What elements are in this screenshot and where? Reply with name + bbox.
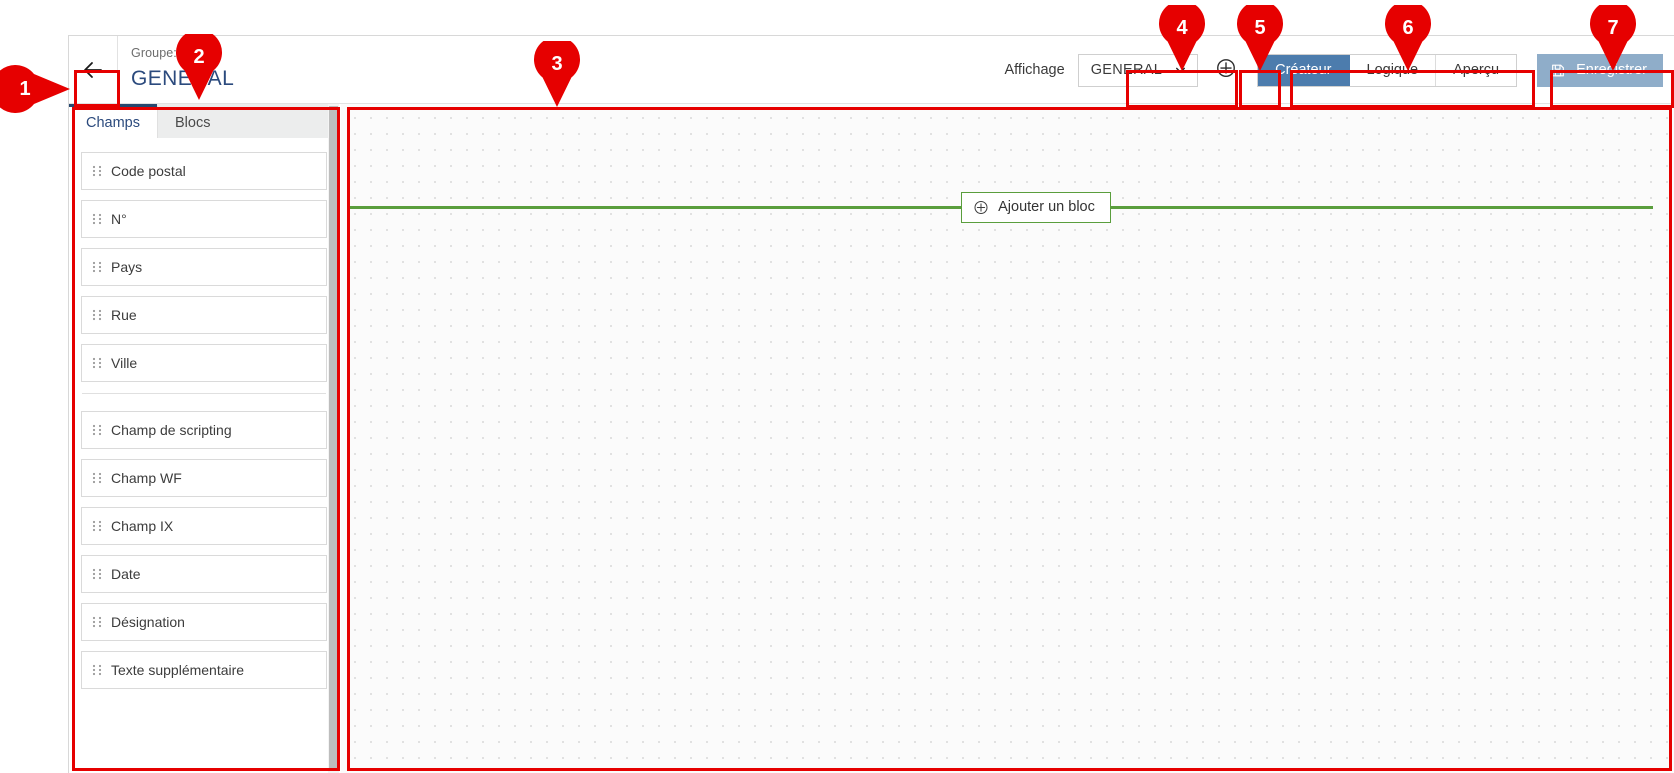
callout-number-1: 1	[19, 77, 31, 100]
field-item-champ-wf[interactable]: Champ WF	[81, 459, 327, 497]
sidebar-tabs: Champs Blocs	[69, 104, 339, 138]
sidebar-tab-champs[interactable]: Champs	[69, 104, 157, 138]
field-item-texte-supplementaire[interactable]: Texte supplémentaire	[81, 651, 327, 689]
back-button[interactable]	[69, 36, 118, 103]
add-display-button[interactable]	[1212, 56, 1240, 84]
group-label: Groupe: Adre	[131, 46, 207, 60]
field-item-rue[interactable]: Rue	[81, 296, 327, 334]
field-item-date[interactable]: Date	[81, 555, 327, 593]
field-item-designation[interactable]: Désignation	[81, 603, 327, 641]
drag-handle-icon	[92, 567, 102, 581]
field-item-code-postal[interactable]: Code postal	[81, 152, 327, 190]
save-floppy-icon	[1550, 62, 1566, 78]
sidebar-scrollbar-track[interactable]	[328, 104, 339, 773]
drag-handle-icon	[92, 164, 102, 178]
drag-handle-icon	[92, 471, 102, 485]
drag-handle-icon	[92, 212, 102, 226]
plus-circle-icon	[973, 199, 989, 215]
chevron-down-icon	[1174, 64, 1187, 77]
field-item-label: Date	[111, 566, 141, 582]
sidebar-panel: Champs Blocs Code postal N° Pays Rue Vil…	[69, 104, 339, 773]
field-item-label: Champ WF	[111, 470, 182, 486]
sidebar-tab-blocs[interactable]: Blocs	[157, 104, 339, 138]
drag-handle-icon	[92, 423, 102, 437]
plus-circle-icon	[1215, 57, 1237, 84]
title-block: Groupe: Adre GENERAL	[131, 44, 234, 94]
field-item-champ-ix[interactable]: Champ IX	[81, 507, 327, 545]
header-controls: Affichage GENERAL Créateur Logique Aperç…	[1004, 50, 1663, 90]
add-block-button[interactable]: Ajouter un bloc	[961, 191, 1111, 223]
drag-handle-icon	[92, 308, 102, 322]
tab-createur[interactable]: Créateur	[1258, 54, 1350, 86]
view-mode-segmented-control: Créateur Logique Aperçu	[1257, 53, 1518, 87]
field-item-label: Champ IX	[111, 518, 174, 534]
field-item-label: Rue	[111, 307, 137, 323]
form-designer-canvas[interactable]: Ajouter un bloc	[341, 104, 1674, 773]
field-item-label: Pays	[111, 259, 143, 275]
save-button[interactable]: Enregistrer	[1537, 53, 1663, 87]
save-button-label: Enregistrer	[1576, 62, 1647, 78]
drag-handle-icon	[92, 615, 102, 629]
page-title: GENERAL	[131, 67, 235, 90]
arrow-left-icon	[80, 57, 106, 83]
drag-handle-icon	[92, 519, 102, 533]
field-item-label: Ville	[111, 355, 138, 371]
affichage-label: Affichage	[1004, 62, 1065, 78]
callout-pin-1: 1	[0, 65, 70, 113]
drag-handle-icon	[92, 663, 102, 677]
tab-apercu[interactable]: Aperçu	[1436, 55, 1516, 86]
field-item-ville[interactable]: Ville	[81, 344, 327, 382]
sidebar-scrollbar-thumb[interactable]	[329, 106, 338, 768]
application-window: Groupe: Adre GENERAL Affichage GENERAL C…	[68, 35, 1674, 773]
field-item-pays[interactable]: Pays	[81, 248, 327, 286]
drag-handle-icon	[92, 260, 102, 274]
screenshot-root: Groupe: Adre GENERAL Affichage GENERAL C…	[0, 0, 1674, 773]
field-item-label: Champ de scripting	[111, 422, 232, 438]
display-select[interactable]: GENERAL	[1077, 53, 1199, 87]
header-bar: Groupe: Adre GENERAL Affichage GENERAL C…	[69, 36, 1674, 104]
field-list-divider	[82, 393, 326, 394]
field-item-label: Texte supplémentaire	[111, 662, 245, 678]
tab-logique[interactable]: Logique	[1350, 54, 1437, 86]
field-item-label: N°	[111, 211, 127, 227]
display-select-value: GENERAL	[1090, 62, 1163, 78]
field-item-label: Désignation	[111, 614, 185, 630]
field-list: Code postal N° Pays Rue Ville Champ de s…	[69, 138, 339, 689]
field-item-numero[interactable]: N°	[81, 200, 327, 238]
field-item-champ-de-scripting[interactable]: Champ de scripting	[81, 411, 327, 449]
add-block-button-label: Ajouter un bloc	[998, 199, 1095, 215]
field-item-label: Code postal	[111, 163, 186, 179]
drag-handle-icon	[92, 356, 102, 370]
block-insert-row: Ajouter un bloc	[349, 190, 1653, 224]
